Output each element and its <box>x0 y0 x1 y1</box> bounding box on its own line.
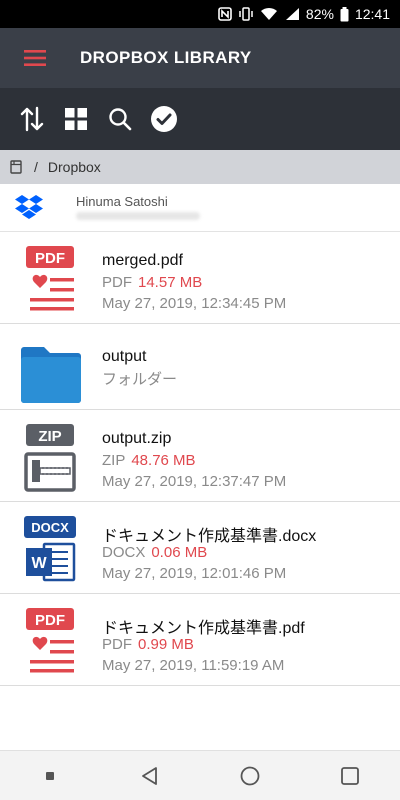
vibrate-icon <box>239 7 253 21</box>
file-name: merged.pdf <box>102 252 183 269</box>
home-icon <box>240 766 260 785</box>
file-meta: PDF 0.99 MB <box>102 636 194 653</box>
file-type: ZIP <box>102 452 126 469</box>
file-row-document-pdf[interactable]: PDF ドキュメント作成基準書.pdf PDF 0.99 MB May 27, 2… <box>0 594 400 686</box>
status-bar: 82% 12:41 <box>0 0 400 28</box>
nav-home-button[interactable] <box>220 751 280 800</box>
battery-icon <box>340 6 349 21</box>
svg-text:W: W <box>31 555 47 572</box>
account-row[interactable]: Hinuma Satoshi <box>0 184 400 232</box>
pdf-file-icon: PDF <box>26 246 74 311</box>
breadcrumb-item-dropbox[interactable]: Dropbox <box>48 159 101 175</box>
page-title: DROPBOX LIBRARY <box>80 48 252 67</box>
square-dot-icon <box>46 771 54 780</box>
file-date: May 27, 2019, 11:59:19 AM <box>102 657 285 674</box>
select-all-button[interactable] <box>146 99 182 139</box>
battery-percent: 82% <box>305 6 334 22</box>
file-name: ドキュメント作成基準書.pdf <box>102 620 305 637</box>
file-date: May 27, 2019, 12:34:45 PM <box>102 295 287 312</box>
search-button[interactable] <box>102 99 138 139</box>
breadcrumb: / Dropbox <box>0 150 400 184</box>
grid-view-button[interactable] <box>58 99 94 139</box>
system-nav-bar <box>0 750 400 800</box>
file-type: PDF <box>102 636 132 653</box>
wifi-icon <box>260 7 277 20</box>
back-icon <box>142 766 157 785</box>
file-row-document-docx[interactable]: DOCX W ドキュメント作成基準書.docx DOCX 0.06 MB May … <box>0 502 400 594</box>
svg-text:PDF: PDF <box>35 250 65 267</box>
storage-icon <box>10 160 22 174</box>
file-date: May 27, 2019, 12:01:46 PM <box>102 565 287 582</box>
file-meta: DOCX 0.06 MB <box>102 544 207 561</box>
search-icon <box>109 108 132 131</box>
file-name: output <box>102 348 147 365</box>
file-row-output-folder[interactable]: output フォルダー <box>0 324 400 410</box>
sort-button[interactable] <box>14 99 50 139</box>
svg-text:PDF: PDF <box>35 612 65 629</box>
folder-icon <box>21 347 81 403</box>
account-name: Hinuma Satoshi <box>76 194 168 209</box>
app-bar: DROPBOX LIBRARY <box>0 28 400 88</box>
file-size: 14.57 MB <box>138 274 203 291</box>
svg-text:ZIP: ZIP <box>38 428 61 445</box>
file-meta: ZIP 48.76 MB <box>102 452 196 469</box>
toolbar <box>0 88 400 150</box>
menu-button[interactable] <box>0 28 70 88</box>
clock: 12:41 <box>354 6 390 22</box>
file-type: PDF <box>102 274 132 291</box>
file-type: DOCX <box>102 544 146 561</box>
grid-view-icon <box>65 108 87 130</box>
file-meta: PDF 14.57 MB <box>102 274 202 291</box>
file-row-merged-pdf[interactable]: PDF merged.pdf PDF 14.57 MB May 27, 2019,… <box>0 232 400 324</box>
dropbox-logo-icon <box>15 195 43 219</box>
file-list: PDF merged.pdf PDF 14.57 MB May 27, 2019,… <box>0 232 400 686</box>
docx-file-icon: DOCX W <box>24 516 76 582</box>
pdf-file-icon: PDF <box>26 608 74 673</box>
nav-recent-apps-dot[interactable] <box>20 751 80 800</box>
file-name: output.zip <box>102 430 172 447</box>
file-name: ドキュメント作成基準書.docx <box>102 528 317 545</box>
file-size: 0.99 MB <box>138 636 194 653</box>
hamburger-icon <box>24 50 46 66</box>
select-all-icon <box>151 106 177 132</box>
overview-icon <box>341 766 359 785</box>
account-email-redacted <box>76 212 200 220</box>
sort-icon <box>20 106 44 132</box>
nav-overview-button[interactable] <box>320 751 380 800</box>
breadcrumb-separator: / <box>34 159 38 175</box>
nav-back-button[interactable] <box>120 751 180 800</box>
zip-file-icon: ZIP <box>24 424 76 492</box>
file-type: フォルダー <box>102 371 178 388</box>
file-size: 0.06 MB <box>151 544 208 561</box>
file-size: 48.76 MB <box>131 452 196 469</box>
svg-text:DOCX: DOCX <box>31 520 69 535</box>
file-date: May 27, 2019, 12:37:47 PM <box>102 473 287 490</box>
file-row-output-zip[interactable]: ZIP output.zip ZIP 48.76 MB May 27, 2019,… <box>0 410 400 502</box>
signal-icon <box>285 8 299 20</box>
nfc-icon <box>218 7 232 21</box>
